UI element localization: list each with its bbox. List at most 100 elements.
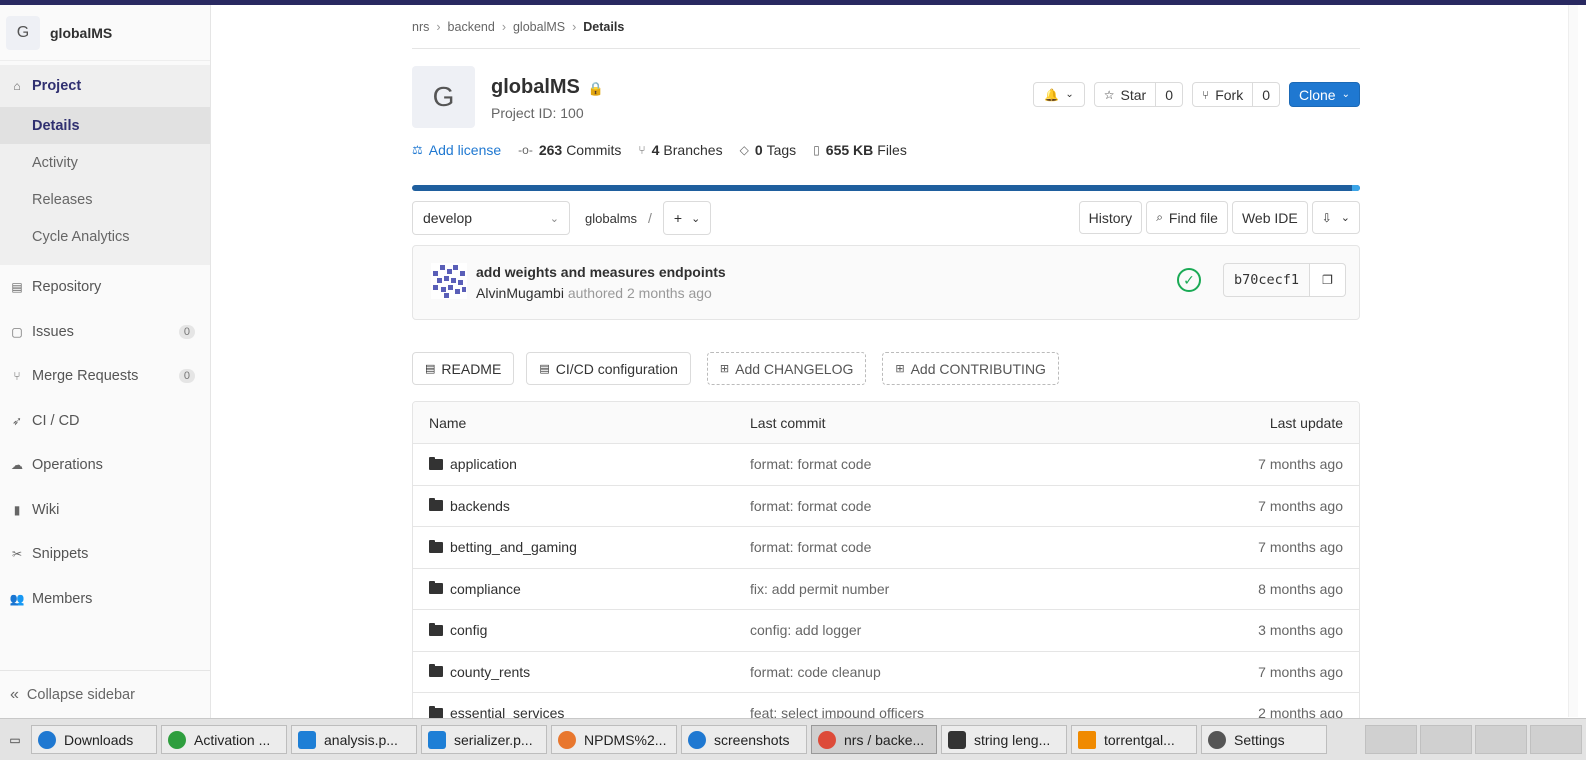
clone-button[interactable]: Clone ⌄ (1289, 82, 1360, 107)
page-scrollbar[interactable] (1564, 5, 1586, 718)
folder-name[interactable]: betting_and_gaming (450, 539, 577, 555)
fork-button[interactable]: ⑂ Fork (1192, 82, 1254, 107)
folder-name[interactable]: county_rents (450, 664, 530, 680)
taskbar-app-icon (818, 730, 836, 749)
sidebar-item-repository[interactable]: ▤ Repository (0, 265, 210, 310)
branches-count: 4 (651, 142, 660, 158)
workspace-switcher[interactable] (1530, 725, 1582, 754)
last-commit-message[interactable]: format: code cleanup (750, 664, 1190, 680)
workspace-switcher[interactable] (1475, 725, 1527, 754)
taskbar-item-label: Downloads (64, 731, 134, 748)
last-commit-message[interactable]: config: add logger (750, 622, 1190, 638)
collapse-sidebar-button[interactable]: « Collapse sidebar (0, 670, 210, 718)
table-row[interactable]: backends format: format code 7 months ag… (413, 486, 1359, 527)
copy-sha-button[interactable]: ❐ (1310, 263, 1346, 297)
cicd-configuration-button[interactable]: ▤ CI/CD configuration (526, 352, 691, 385)
table-row[interactable]: compliance fix: add permit number 8 mont… (413, 569, 1359, 610)
taskbar-item-label: serializer.p... (454, 731, 533, 748)
repository-language-bar (412, 185, 1360, 191)
taskbar-item[interactable]: string leng... (941, 725, 1067, 754)
main-content: nrs › backend › globalMS › Details G global… (412, 5, 1360, 736)
download-dropdown[interactable]: ⇩ ⌄ (1311, 201, 1360, 234)
clone-label: Clone (1299, 86, 1336, 103)
sidebar-subitem-activity[interactable]: Activity (0, 144, 210, 181)
sidebar-subitem-details[interactable]: Details (0, 107, 210, 144)
folder-name[interactable]: compliance (450, 581, 521, 597)
add-contributing-label: Add CONTRIBUTING (910, 360, 1046, 377)
breadcrumb-current[interactable]: Details (583, 20, 624, 34)
find-file-button[interactable]: ⌕ Find file (1146, 201, 1228, 234)
sidebar-item-operations[interactable]: ☁ Operations (0, 443, 210, 488)
taskbar-item[interactable]: NPDMS%2... (551, 725, 677, 754)
sidebar-item-issues[interactable]: ▢ Issues 0 (0, 310, 210, 355)
last-commit-message[interactable]: format: format code (750, 456, 1190, 472)
breadcrumb-link[interactable]: backend (448, 20, 495, 34)
commit-author[interactable]: AlvinMugambi (476, 285, 564, 301)
sidebar-item-project[interactable]: ⌂ Project (0, 65, 210, 107)
star-count[interactable]: 0 (1156, 82, 1184, 107)
project-stats: ⚖ Add license -o- 263 Commits ⑂ 4 Branches… (412, 130, 1360, 170)
folder-name[interactable]: config (450, 622, 487, 638)
fork-count[interactable]: 0 (1253, 82, 1281, 107)
table-row[interactable]: config config: add logger 3 months ago (413, 610, 1359, 652)
add-changelog-button[interactable]: ⊞ Add CHANGELOG (706, 352, 867, 385)
taskbar-item[interactable]: Activation ... (161, 725, 287, 754)
sidebar-item-wiki[interactable]: ▮ Wiki (0, 488, 210, 533)
history-button[interactable]: History (1078, 201, 1143, 234)
last-update-time: 8 months ago (1258, 580, 1343, 597)
sidebar-project-header[interactable]: G globalMS (0, 5, 210, 61)
branch-select[interactable]: develop ⌄ (412, 201, 570, 235)
commit-title[interactable]: add weights and measures endpoints (476, 264, 726, 280)
breadcrumb-link[interactable]: globalMS (513, 20, 565, 34)
taskbar-item[interactable]: torrentgal... (1071, 725, 1197, 754)
taskbar-item[interactable]: serializer.p... (421, 725, 547, 754)
workspace-switcher[interactable] (1365, 725, 1417, 754)
branches-link[interactable]: ⑂ 4 Branches (638, 142, 722, 158)
add-license-link[interactable]: ⚖ Add license (412, 142, 501, 158)
sidebar-item-ci-cd[interactable]: ➶ CI / CD (0, 399, 210, 444)
tags-link[interactable]: ◇ 0 Tags (740, 142, 797, 158)
taskbar-item[interactable]: nrs / backe... (811, 725, 937, 754)
author-avatar[interactable] (431, 263, 467, 299)
commit-sha[interactable]: b70cecf1 (1222, 263, 1310, 297)
cloud-gear-icon: ☁ (11, 458, 23, 473)
add-contributing-button[interactable]: ⊞ Add CONTRIBUTING (882, 352, 1059, 385)
add-to-tree-dropdown[interactable]: + ⌄ (662, 201, 712, 235)
star-button[interactable]: ☆ Star (1093, 82, 1157, 107)
sidebar-item-label: Operations (32, 457, 103, 474)
download-icon: ⇩ (1321, 210, 1332, 225)
path-root-link[interactable]: globalms (585, 211, 637, 226)
fork-group: ⑂ Fork 0 (1192, 82, 1281, 107)
last-commit-message[interactable]: format: format code (750, 498, 1190, 514)
folder-name[interactable]: backends (450, 498, 510, 514)
sidebar-item-label: Members (32, 590, 93, 607)
taskbar-item[interactable]: analysis.p... (291, 725, 417, 754)
last-commit-message[interactable]: fix: add permit number (750, 581, 1190, 597)
taskbar-item[interactable]: Settings (1201, 725, 1327, 754)
readme-button[interactable]: ▤ README (412, 352, 515, 385)
show-desktop-icon[interactable]: ▭ (3, 728, 27, 752)
tags-count: 0 (754, 142, 763, 158)
sidebar-item-label: Project (32, 78, 82, 94)
lock-icon: 🔒 (587, 81, 605, 96)
taskbar-item[interactable]: screenshots (681, 725, 807, 754)
workspace-switcher[interactable] (1420, 725, 1472, 754)
table-row[interactable]: application format: format code 7 months… (413, 444, 1359, 486)
sidebar-subitem-releases[interactable]: Releases (0, 181, 210, 218)
breadcrumb-link[interactable]: nrs (412, 20, 429, 34)
taskbar-item[interactable]: Downloads (31, 725, 157, 754)
table-row[interactable]: betting_and_gaming format: format code 7… (413, 527, 1359, 569)
doc-icon: ▤ (11, 280, 23, 295)
files-link[interactable]: ▯ 655 KB Files (813, 142, 907, 158)
web-ide-button[interactable]: Web IDE (1231, 201, 1308, 234)
table-row[interactable]: county_rents format: code cleanup 7 mont… (413, 652, 1359, 693)
last-commit-message[interactable]: format: format code (750, 539, 1190, 555)
sidebar-item-members[interactable]: 👥 Members (0, 577, 210, 622)
commits-link[interactable]: -o- 263 Commits (518, 142, 621, 158)
pipeline-passed-icon[interactable]: ✓ (1177, 268, 1201, 292)
notification-dropdown[interactable]: 🔔 ⌄ (1033, 82, 1085, 107)
sidebar-item-merge-requests[interactable]: ⑂ Merge Requests 0 (0, 354, 210, 399)
sidebar-subitem-cycle-analytics[interactable]: Cycle Analytics (0, 218, 210, 255)
folder-name[interactable]: application (450, 456, 517, 472)
sidebar-item-snippets[interactable]: ✂ Snippets (0, 532, 210, 577)
